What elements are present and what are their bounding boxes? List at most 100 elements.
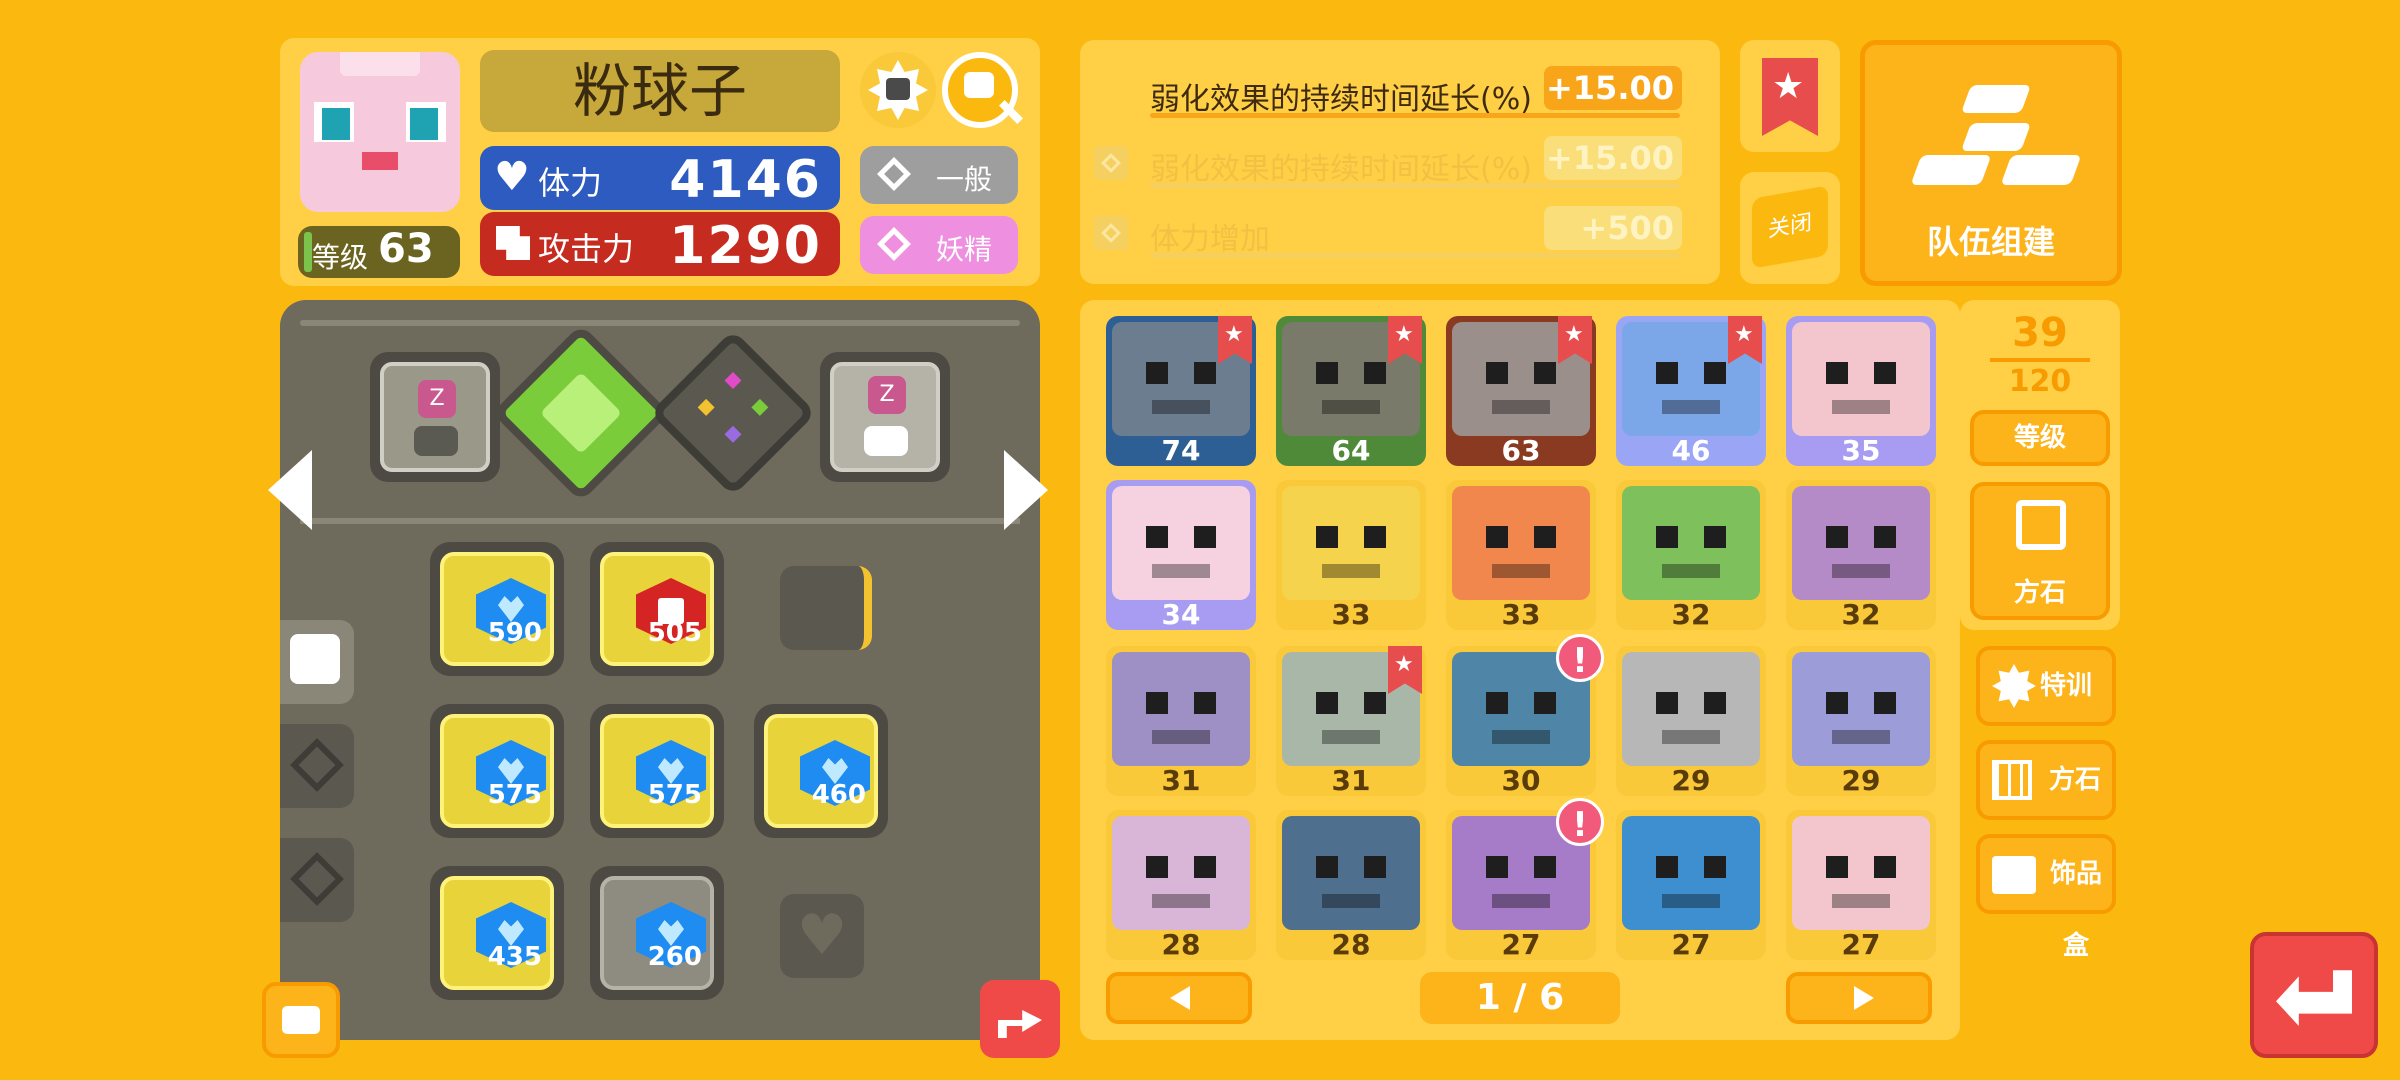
pokemon-cell[interactable]: 27	[1786, 810, 1936, 961]
pokemon-name: 粉球子	[480, 50, 840, 132]
stone-value: 575	[487, 780, 542, 810]
alert-icon: !	[1556, 798, 1604, 846]
power-stone[interactable]: 435	[430, 866, 564, 1000]
effect-label: 弱化效果的持续时间延长(%)	[1150, 152, 1532, 187]
pokemon-level: 32	[1671, 598, 1711, 631]
board-tab-1[interactable]	[280, 620, 354, 704]
pokemon-cell[interactable]: 74	[1106, 316, 1256, 467]
pokemon-cell[interactable]: 29	[1616, 646, 1766, 797]
pokemon-cell[interactable]: 63	[1446, 316, 1596, 467]
power-stone[interactable]: 575	[590, 704, 724, 838]
pokemon-cell[interactable]: 32	[1786, 480, 1936, 631]
stone-value: 260	[647, 942, 702, 972]
sort-label: 等级	[2013, 423, 2066, 453]
empty-attack-slot[interactable]	[780, 566, 872, 650]
pokemon-cell[interactable]: 64	[1276, 316, 1426, 467]
prev-arrow[interactable]	[268, 450, 312, 530]
pokemon-portrait	[1792, 652, 1930, 766]
pokemon-cell[interactable]: 31	[1276, 646, 1426, 797]
power-stone[interactable]: 260	[590, 866, 724, 1000]
share-button[interactable]	[980, 980, 1060, 1058]
team-build-button[interactable]: 队伍组建	[1860, 40, 2122, 286]
page-prev-button[interactable]	[1106, 972, 1252, 1024]
effect-value: +15.00	[1544, 136, 1682, 180]
sort-level-button[interactable]: 等级	[1970, 410, 2110, 466]
type-fairy-badge: 妖精	[860, 216, 1018, 274]
page-total: 6	[1539, 977, 1565, 1018]
stone-value: 435	[487, 942, 542, 972]
pokemon-level: 27	[1841, 928, 1881, 961]
power-stone[interactable]: 505	[590, 542, 724, 676]
pokemon-cell[interactable]: 31	[1106, 646, 1256, 797]
board-grid-icon	[1992, 760, 2032, 800]
diamond-icon	[1094, 146, 1128, 180]
hp-stat: ♥ 体力 4146	[480, 146, 840, 210]
pokemon-portrait	[1792, 486, 1930, 600]
bookmark-flag-icon[interactable]: ★	[1762, 58, 1818, 136]
bookmark-panel: ★	[1740, 40, 1840, 152]
power-stone[interactable]: 590	[430, 542, 564, 676]
decoration-box-button[interactable]: 饰品盒	[1976, 834, 2116, 961]
pokemon-portrait	[1112, 652, 1250, 766]
effect-underline	[1150, 253, 1680, 258]
diamond-icon	[877, 227, 911, 261]
training-label: 特训	[2040, 671, 2093, 701]
team-icon	[1910, 85, 2082, 195]
board-tab-2[interactable]	[280, 724, 354, 808]
page-next-button[interactable]	[1786, 972, 1932, 1024]
hp-value: 4146	[669, 150, 822, 210]
pokemon-portrait	[1282, 816, 1420, 930]
close-button[interactable]: 关闭	[1752, 185, 1828, 269]
power-stone[interactable]: 460	[754, 704, 888, 838]
effect-underline	[1150, 113, 1680, 118]
stones-label: 方石	[2013, 578, 2066, 608]
pokemon-portrait	[1452, 486, 1590, 600]
cooking-badge-icon[interactable]	[860, 52, 936, 128]
pokemon-cell[interactable]: 29	[1786, 646, 1936, 797]
next-arrow[interactable]	[1004, 450, 1048, 530]
stones-button[interactable]: 方石	[1970, 482, 2110, 620]
pokemon-level: 32	[1841, 598, 1881, 631]
pokemon-cell[interactable]: 27	[1616, 810, 1766, 961]
board-tab-3[interactable]	[280, 838, 354, 922]
pokemon-cell[interactable]: 27!	[1446, 798, 1604, 961]
effect-row-1: 弱化效果的持续时间延长(%) +15.00	[1080, 62, 1700, 122]
training-button[interactable]: 特训	[1976, 646, 2116, 726]
pokemon-cell[interactable]: 46	[1616, 316, 1766, 467]
effect-row-2: 弱化效果的持续时间延长(%) +15.00	[1080, 132, 1700, 192]
pokemon-avatar[interactable]	[300, 52, 460, 212]
power-stone[interactable]: 575	[430, 704, 564, 838]
pokemon-cell[interactable]: 30!	[1446, 634, 1604, 797]
type-normal-label: 一般	[936, 163, 993, 196]
type-normal-badge: 一般	[860, 146, 1018, 204]
empty-heart-slot[interactable]: ♥	[780, 894, 864, 978]
pokemon-count: 39 120	[1960, 310, 2120, 399]
pokemon-level: 30	[1501, 764, 1541, 797]
skill-slot-sleep[interactable]: Z	[370, 352, 500, 482]
stone-value: 505	[647, 618, 702, 648]
alert-icon: !	[1556, 634, 1604, 682]
pokemon-portrait	[1792, 322, 1930, 436]
pokemon-cell[interactable]: 28	[1106, 810, 1256, 961]
skill-slot-sleep-2[interactable]: Z	[820, 352, 950, 482]
return-icon	[2276, 970, 2352, 1026]
pokemon-portrait	[1622, 816, 1760, 930]
effect-row-3: 体力增加 +500	[1080, 202, 1700, 262]
stone-board-button[interactable]: 方石板	[1976, 740, 2116, 867]
pokemon-cell[interactable]: 28	[1276, 810, 1426, 961]
pokemon-cell[interactable]: 35	[1786, 316, 1936, 467]
pokemon-level: 33	[1501, 598, 1541, 631]
pokemon-cell[interactable]: 34	[1106, 480, 1256, 631]
attack-icon	[496, 226, 530, 260]
stone-value: 575	[647, 780, 702, 810]
pokemon-cell[interactable]: 33	[1276, 480, 1426, 631]
pokemon-level: 64	[1331, 434, 1371, 467]
search-icon[interactable]	[942, 52, 1024, 128]
pokemon-cell[interactable]: 33	[1446, 480, 1596, 631]
pokemon-level: 74	[1161, 434, 1201, 467]
page-sep: /	[1513, 977, 1527, 1018]
pokemon-cell[interactable]: 32	[1616, 480, 1766, 631]
effect-value: +500	[1544, 206, 1682, 250]
back-button[interactable]	[2250, 932, 2378, 1058]
camera-button[interactable]	[262, 982, 340, 1058]
